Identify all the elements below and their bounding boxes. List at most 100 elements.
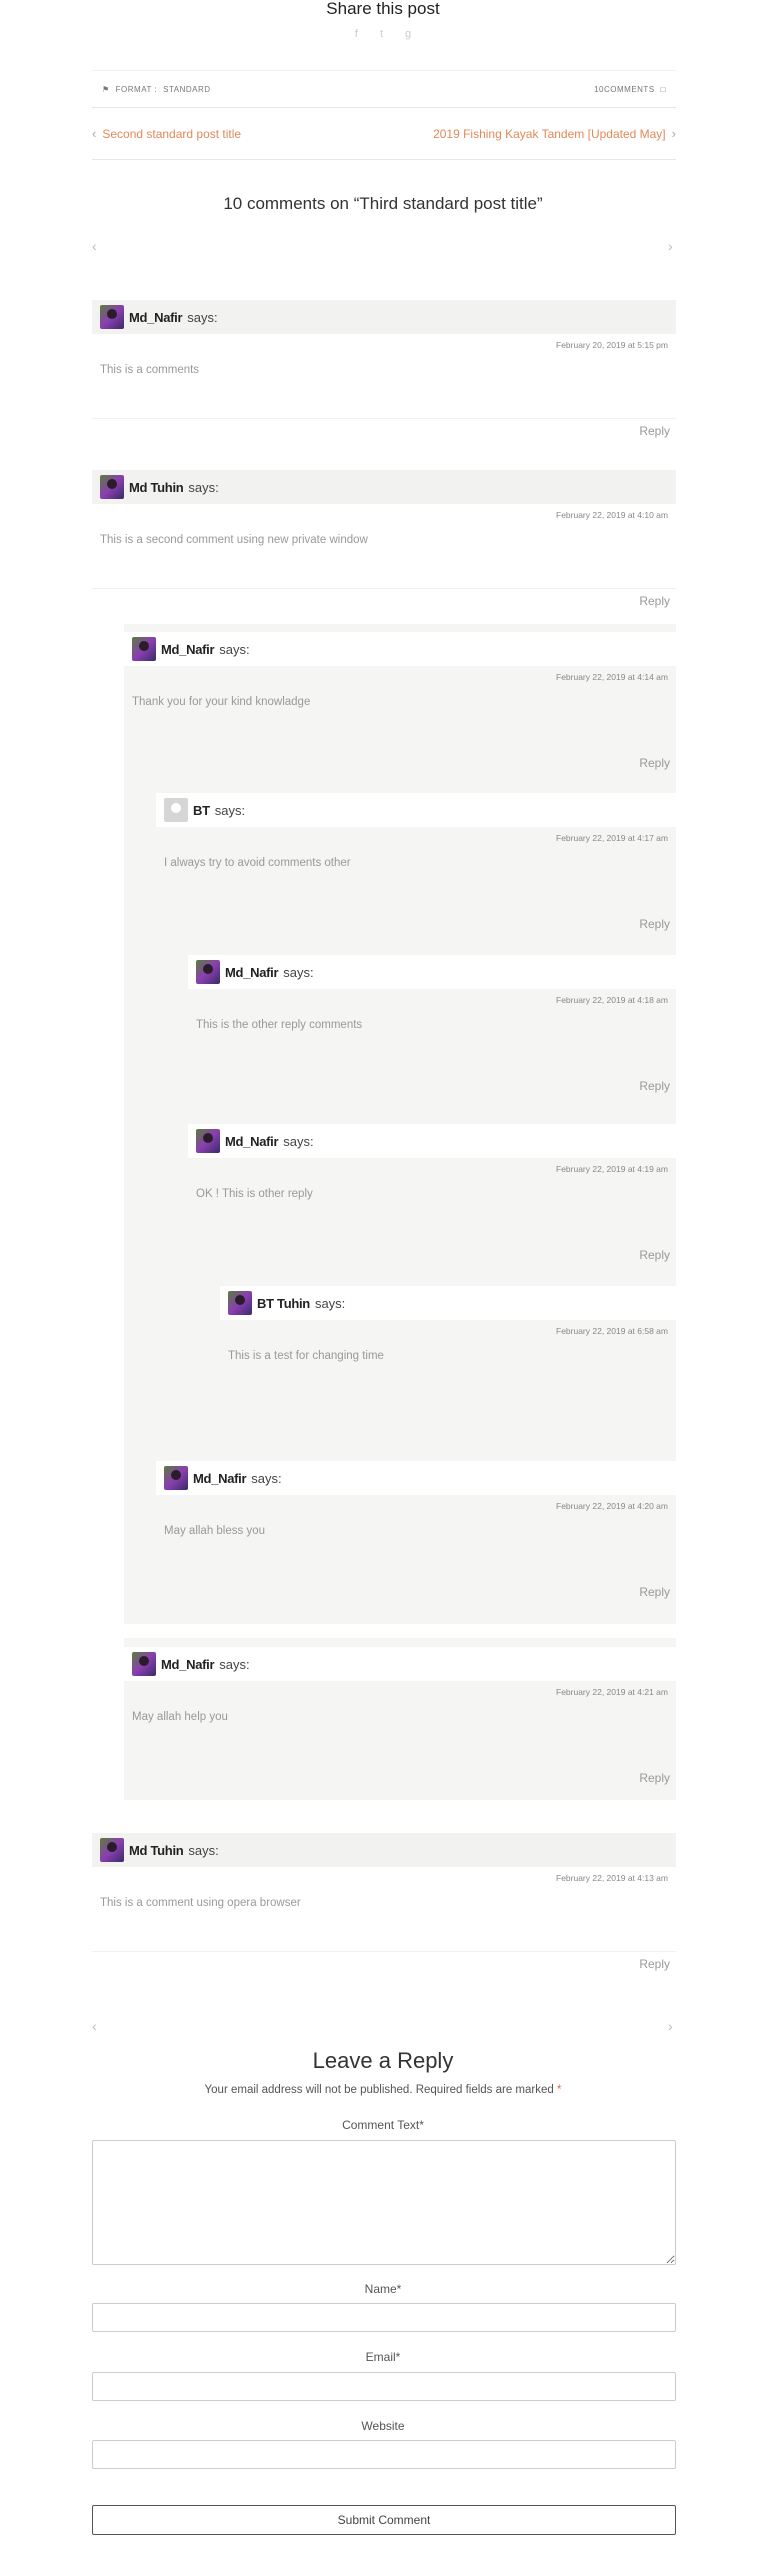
- comment-author[interactable]: Md_Nafir: [225, 965, 279, 980]
- comment-says: says:: [188, 479, 219, 495]
- avatar: [196, 960, 220, 984]
- comment-says: says:: [188, 1842, 219, 1858]
- avatar: [100, 475, 124, 499]
- comment-says: says:: [314, 1295, 346, 1311]
- comment-author[interactable]: BT Tuhin: [257, 1296, 310, 1311]
- comment-says: says:: [283, 964, 314, 980]
- reply-link[interactable]: Reply: [639, 1957, 670, 1971]
- comment: Md_Nafir says: February 22, 2019 at 4:14 …: [124, 632, 676, 782]
- comment: Md_Nafir says: February 22, 2019 at 4:20 …: [156, 1461, 676, 1611]
- comment-author[interactable]: Md Tuhin: [129, 480, 184, 495]
- post-meta-bar: ⚑ FORMAT : STANDARD 10COMMENTS □: [92, 70, 676, 108]
- comment-icon: □: [660, 84, 666, 94]
- share-title: Share this post: [326, 0, 440, 18]
- reply-link[interactable]: Reply: [639, 917, 670, 931]
- reply-link[interactable]: Reply: [639, 1771, 670, 1785]
- comment-date[interactable]: February 22, 2019 at 6:58 am: [220, 1320, 676, 1336]
- reply-link[interactable]: Reply: [639, 1585, 670, 1599]
- twitter-icon[interactable]: t: [380, 28, 383, 40]
- reply-link[interactable]: Reply: [639, 424, 670, 438]
- prev-post-link[interactable]: ‹ Second standard post title: [92, 126, 241, 141]
- comment: Md_Nafir says: February 20, 2019 at 5:15 …: [92, 300, 676, 438]
- chevron-right-icon[interactable]: ›: [668, 2018, 673, 2034]
- comment-date[interactable]: February 22, 2019 at 4:13 am: [92, 1867, 676, 1883]
- format-value[interactable]: STANDARD: [163, 85, 210, 94]
- comment-date[interactable]: February 22, 2019 at 4:20 am: [156, 1495, 676, 1511]
- divider: [92, 588, 676, 589]
- post-navigation: ‹ Second standard post title 2019 Fishing…: [92, 108, 676, 160]
- website-input[interactable]: [92, 2440, 676, 2469]
- avatar: [228, 1291, 252, 1315]
- comment: BT says: February 22, 2019 at 4:17 am I a…: [156, 793, 676, 943]
- comment-text: This is a second comment using new priva…: [100, 534, 368, 546]
- reply-form-notice: Your email address will not be published…: [204, 2084, 554, 2096]
- comment: Md_Nafir says: February 22, 2019 at 4:21 …: [124, 1647, 676, 1797]
- comment-text: May allah bless you: [164, 1525, 265, 1537]
- comment-text: I always try to avoid comments other: [164, 857, 351, 869]
- chevron-left-icon: ‹: [92, 126, 97, 141]
- chevron-left-icon[interactable]: ‹: [92, 2018, 97, 2034]
- comment-date[interactable]: February 20, 2019 at 5:15 pm: [92, 334, 676, 350]
- chevron-right-icon[interactable]: ›: [668, 238, 673, 254]
- comment-date[interactable]: February 22, 2019 at 4:21 am: [124, 1681, 676, 1697]
- comment-author[interactable]: BT: [193, 803, 210, 818]
- comment-label: Comment Text*: [342, 2118, 424, 2132]
- comment-author[interactable]: Md_Nafir: [161, 1657, 215, 1672]
- format-label: FORMAT :: [115, 84, 158, 94]
- google-plus-icon[interactable]: g: [405, 28, 411, 40]
- comment-textarea[interactable]: [92, 2140, 676, 2265]
- comment-text: This is a comment using opera browser: [100, 1897, 301, 1909]
- avatar: [100, 305, 124, 329]
- comment-text: OK ! This is other reply: [196, 1188, 313, 1200]
- comment-date[interactable]: February 22, 2019 at 4:17 am: [156, 827, 676, 843]
- reply-link[interactable]: Reply: [639, 1248, 670, 1262]
- avatar: [132, 637, 156, 661]
- comment-date[interactable]: February 22, 2019 at 4:10 am: [92, 504, 676, 520]
- share-section: Share this post f t g: [0, 0, 766, 40]
- comments-count[interactable]: 10COMMENTS: [594, 85, 655, 94]
- comment-text: This is the other reply comments: [196, 1019, 363, 1031]
- comment-says: says:: [251, 1470, 282, 1486]
- comment-date[interactable]: February 22, 2019 at 4:14 am: [124, 666, 676, 682]
- reply-link[interactable]: Reply: [639, 1079, 670, 1093]
- website-label: Website: [361, 2419, 405, 2433]
- email-input[interactable]: [92, 2372, 676, 2401]
- next-post-title: 2019 Fishing Kayak Tandem [Updated May]: [433, 126, 666, 141]
- avatar: [132, 1652, 156, 1676]
- comment-author[interactable]: Md_Nafir: [225, 1134, 279, 1149]
- comments-title: 10 comments on “Third standard post titl…: [223, 194, 543, 213]
- name-input[interactable]: [92, 2303, 676, 2332]
- comment-says: says:: [219, 641, 250, 657]
- comment-text: Thank you for your kind knowladge: [132, 696, 311, 708]
- reply-form-header: Leave a Reply Your email address will no…: [0, 2048, 766, 2096]
- comment-text: This is a test for changing time: [228, 1350, 384, 1362]
- submit-comment-button[interactable]: Submit Comment: [92, 2505, 676, 2535]
- comment-says: says:: [283, 1133, 314, 1149]
- divider: [92, 1951, 676, 1952]
- comment-author[interactable]: Md_Nafir: [129, 310, 183, 325]
- chevron-right-icon: ›: [671, 126, 676, 141]
- name-label: Name*: [364, 2282, 402, 2296]
- reply-link[interactable]: Reply: [639, 756, 670, 770]
- chevron-left-icon[interactable]: ‹: [92, 238, 97, 254]
- comment-author[interactable]: Md Tuhin: [129, 1843, 184, 1858]
- comment-says: says:: [187, 309, 218, 325]
- reply-link[interactable]: Reply: [639, 594, 670, 608]
- reply-form-title: Leave a Reply: [312, 2048, 454, 2073]
- comment-says: says:: [219, 1656, 250, 1672]
- divider: [92, 418, 676, 419]
- comment-author[interactable]: Md_Nafir: [161, 642, 215, 657]
- comment-says: says:: [214, 802, 246, 818]
- comment-date[interactable]: February 22, 2019 at 4:18 am: [188, 989, 676, 1005]
- comment: Md_Nafir says: February 22, 2019 at 4:18 …: [188, 955, 676, 1105]
- required-mark: *: [556, 2084, 562, 2096]
- comment-date[interactable]: February 22, 2019 at 4:19 am: [188, 1158, 676, 1174]
- next-post-link[interactable]: 2019 Fishing Kayak Tandem [Updated May] ›: [433, 126, 676, 141]
- avatar: [164, 1466, 188, 1490]
- comment-author[interactable]: Md_Nafir: [193, 1471, 247, 1486]
- avatar: [164, 798, 188, 822]
- comment: Md Tuhin says: February 22, 2019 at 4:13 …: [92, 1833, 676, 1983]
- comment-text: May allah help you: [132, 1711, 228, 1723]
- facebook-icon[interactable]: f: [355, 28, 358, 40]
- comment-text: This is a comments: [100, 364, 200, 376]
